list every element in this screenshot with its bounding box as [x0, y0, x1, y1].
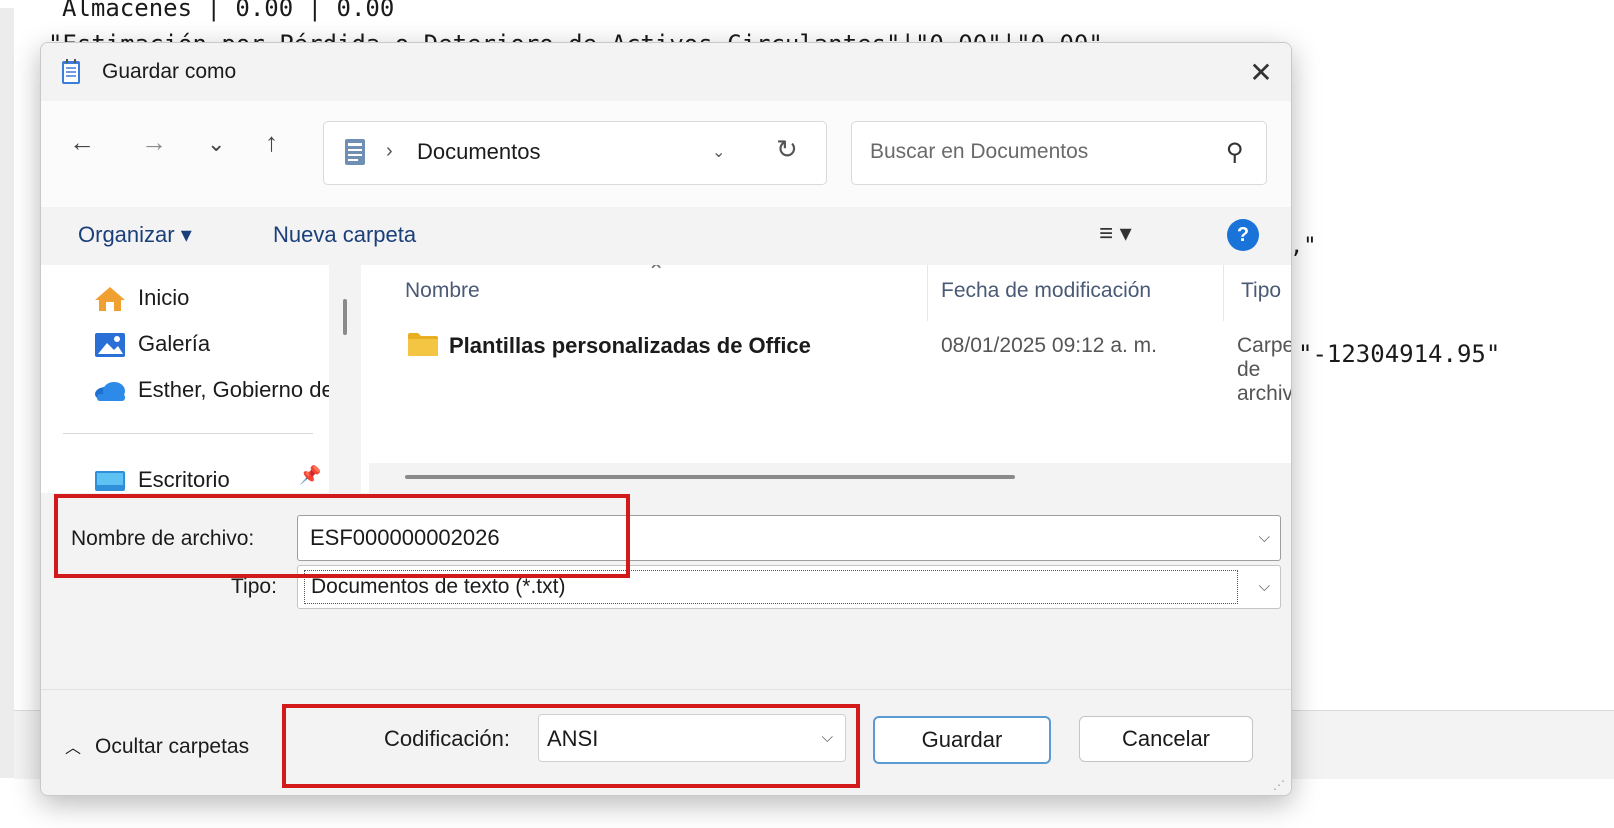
- horizontal-scrollbar[interactable]: [369, 463, 1291, 493]
- view-options-button[interactable]: ≡ ▾: [1099, 219, 1132, 248]
- sidebar-scrollbar-thumb[interactable]: [343, 299, 347, 335]
- sort-ascending-icon: ⌃: [647, 265, 666, 284]
- sidebar-divider: [63, 433, 313, 434]
- file-type: Carpeta de archivos: [1237, 334, 1291, 405]
- address-dropdown-chevron-icon[interactable]: ⌄: [712, 142, 725, 162]
- save-button[interactable]: Guardar: [873, 716, 1051, 764]
- hide-folders-label: Ocultar carpetas: [95, 735, 250, 758]
- desktop-icon: [95, 471, 125, 491]
- search-input[interactable]: Buscar en Documentos: [870, 140, 1088, 164]
- column-separator[interactable]: [927, 265, 928, 321]
- close-button[interactable]: ✕: [1231, 43, 1291, 101]
- breadcrumb-documents[interactable]: Documentos: [417, 139, 541, 165]
- annotation-box-encoding: [282, 704, 860, 788]
- background-window-edge: [0, 8, 14, 778]
- horizontal-scrollbar-thumb[interactable]: [405, 475, 1015, 479]
- background-text-line: Almacenes | 0.00 | 0.00: [62, 0, 395, 22]
- forward-arrow-icon[interactable]: →: [141, 127, 167, 158]
- pin-icon: 📌: [299, 465, 322, 485]
- address-bar[interactable]: › Documentos ⌄ ↻: [323, 121, 827, 185]
- save-as-dialog: Guardar como ✕ ← → ⌄ ↑ › Documentos ⌄ ↻ …: [40, 42, 1292, 796]
- help-icon[interactable]: ?: [1227, 219, 1259, 251]
- chevron-down-icon[interactable]: ⌵: [1259, 578, 1270, 595]
- recent-locations-chevron-icon[interactable]: ⌄: [207, 131, 225, 157]
- sidebar-scrollbar[interactable]: [329, 265, 361, 493]
- search-icon[interactable]: ⚲: [1226, 138, 1244, 167]
- column-header-name[interactable]: Nombre: [405, 279, 480, 303]
- dialog-titlebar: Guardar como ✕: [41, 43, 1291, 101]
- file-row[interactable]: Plantillas personalizadas de Office 08/0…: [361, 323, 1291, 405]
- notepad-icon: [62, 59, 80, 84]
- chevron-down-icon[interactable]: ⌵: [1259, 529, 1270, 546]
- refresh-icon[interactable]: ↻: [776, 134, 798, 165]
- column-header-type[interactable]: Tipo: [1241, 279, 1281, 303]
- file-list: ⌃ Nombre Fecha de modificación Tipo Plan…: [361, 265, 1291, 493]
- column-separator[interactable]: [1223, 265, 1224, 321]
- folder-icon: [408, 333, 438, 356]
- background-text-fragment: "-12304914.95": [1298, 340, 1501, 368]
- new-folder-button[interactable]: Nueva carpeta: [273, 222, 416, 248]
- up-arrow-icon[interactable]: ↑: [265, 127, 278, 158]
- file-date: 08/01/2025 09:12 a. m.: [941, 334, 1157, 357]
- gallery-icon: [95, 333, 125, 357]
- organize-menu-button[interactable]: Organizar ▾: [78, 222, 192, 248]
- navigation-pane: Inicio Galería Esther, Gobierno del Escr…: [41, 265, 361, 493]
- sidebar-item-label: Esther, Gobierno del: [138, 377, 339, 402]
- hide-folders-button[interactable]: ︿ Ocultar carpetas: [65, 734, 249, 759]
- cancel-button[interactable]: Cancelar: [1079, 716, 1253, 762]
- onedrive-cloud-icon: [95, 382, 125, 401]
- annotation-box-filename: [54, 494, 630, 578]
- documents-icon: [345, 139, 365, 165]
- close-icon: ✕: [1249, 56, 1273, 88]
- home-icon: [95, 287, 125, 311]
- breadcrumb-separator: ›: [386, 140, 393, 162]
- command-toolbar: Organizar ▾ Nueva carpeta ≡ ▾ ?: [41, 207, 1291, 265]
- dialog-title: Guardar como: [102, 60, 237, 83]
- file-type-label: Tipo:: [231, 575, 277, 598]
- sidebar-item-label: Escritorio: [138, 467, 230, 492]
- resize-grip-icon[interactable]: ⋰: [1273, 778, 1285, 792]
- sidebar-item-label: Inicio: [138, 285, 190, 310]
- file-name: Plantillas personalizadas de Office: [449, 333, 811, 358]
- chevron-up-icon: ︿: [65, 740, 82, 757]
- sidebar-item-label: Galería: [138, 331, 211, 356]
- search-box[interactable]: Buscar en Documentos ⚲: [851, 121, 1267, 185]
- background-text-fragment: ,": [1290, 234, 1317, 259]
- back-arrow-icon[interactable]: ←: [69, 127, 95, 158]
- column-header-date[interactable]: Fecha de modificación: [941, 279, 1151, 303]
- file-type-value: Documentos de texto (*.txt): [311, 575, 566, 598]
